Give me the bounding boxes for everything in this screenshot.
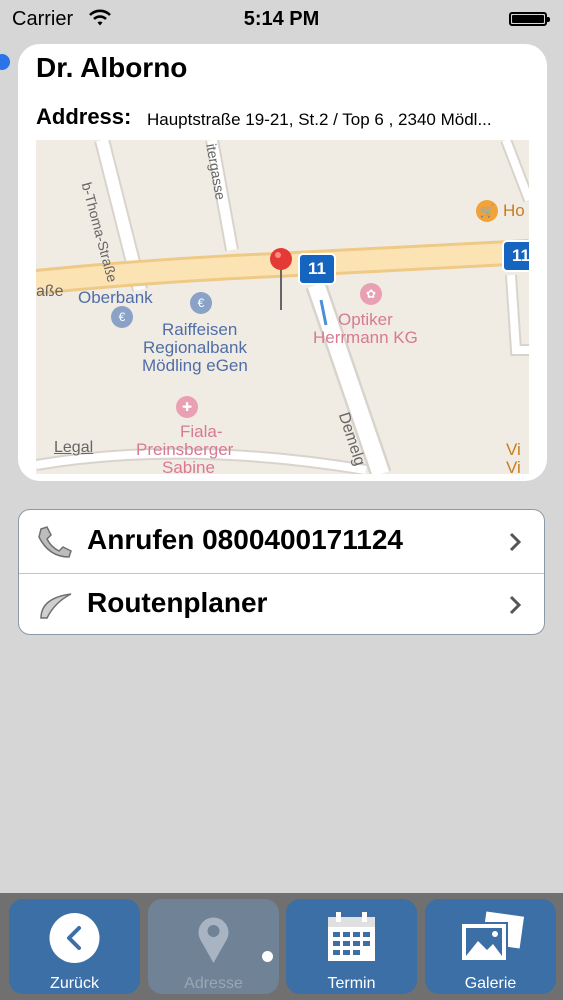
map-view[interactable]: b-Thoma-Straße itergasse aße Oberbank € …: [36, 140, 529, 474]
call-label: Anrufen 0800400171124: [87, 524, 403, 555]
page-indicator-active: [262, 951, 273, 962]
poi-label: Optiker: [338, 310, 393, 329]
route-label: Routenplaner: [87, 587, 268, 618]
tab-appointment[interactable]: Termin: [286, 899, 417, 994]
poi-label: Vi: [506, 458, 521, 474]
tab-appointment-label: Termin: [327, 975, 376, 992]
bank-icon: €: [111, 306, 133, 328]
poi-label: Regionalbank: [143, 338, 247, 357]
battery-icon: [509, 12, 550, 26]
poi-label: Herrmann KG: [313, 328, 418, 347]
tab-gallery-label: Galerie: [464, 975, 517, 992]
tab-back-label: Zurück: [50, 975, 99, 992]
bottom-tab-bar: Zurück Adresse Termin Galerie: [0, 893, 563, 1000]
pharmacy-icon: ✚: [176, 396, 198, 418]
call-row[interactable]: Anrufen 0800400171124: [19, 510, 544, 574]
poi-label: Fiala-: [180, 422, 223, 441]
tab-gallery[interactable]: Galerie: [425, 899, 556, 994]
location-pin-icon: [148, 911, 279, 965]
poi-label: Preinsberger: [136, 440, 234, 459]
poi-label: Oberbank: [78, 288, 153, 307]
route-badge: 11: [298, 253, 336, 285]
chevron-right-icon: [508, 532, 522, 557]
tab-address[interactable]: Adresse: [148, 899, 279, 994]
poi-label: Raiffeisen: [162, 320, 238, 339]
calendar-icon: [286, 911, 417, 965]
doctor-card: Dr. Alborno Address: Hauptstraße 19-21, …: [18, 44, 547, 481]
status-time: 5:14 PM: [243, 8, 320, 30]
tab-address-label: Adresse: [184, 975, 243, 992]
route-badge: 11: [502, 240, 529, 272]
legal-link[interactable]: Legal: [54, 439, 93, 457]
action-list: Anrufen 0800400171124 Routenplaner: [18, 509, 545, 635]
address-label: Address:: [36, 104, 132, 129]
poi-label: Ho: [503, 201, 525, 220]
poi-label: Vi: [506, 440, 521, 459]
gallery-icon: [425, 909, 556, 965]
poi-label: Mödling eGen: [142, 356, 248, 375]
route-icon: [35, 588, 75, 627]
page-indicator: [290, 951, 301, 962]
poi-label: Sabine: [162, 458, 215, 474]
route-row[interactable]: Routenplaner: [19, 573, 544, 634]
shopping-cart-icon: 🛒: [476, 200, 498, 222]
street-label: aße: [36, 283, 64, 300]
indicator-dot: [0, 54, 10, 70]
phone-icon: [35, 525, 75, 564]
bank-icon: €: [190, 292, 212, 314]
status-bar: Carrier 5:14 PM: [0, 0, 563, 40]
back-icon: [9, 911, 140, 965]
chevron-right-icon: [508, 595, 522, 620]
address-value: Hauptstraße 19-21, St.2 / Top 6 , 2340 M…: [147, 110, 492, 129]
doctor-name: Dr. Alborno: [36, 52, 188, 83]
tab-back[interactable]: Zurück: [9, 899, 140, 994]
optician-icon: ✿: [360, 283, 382, 305]
